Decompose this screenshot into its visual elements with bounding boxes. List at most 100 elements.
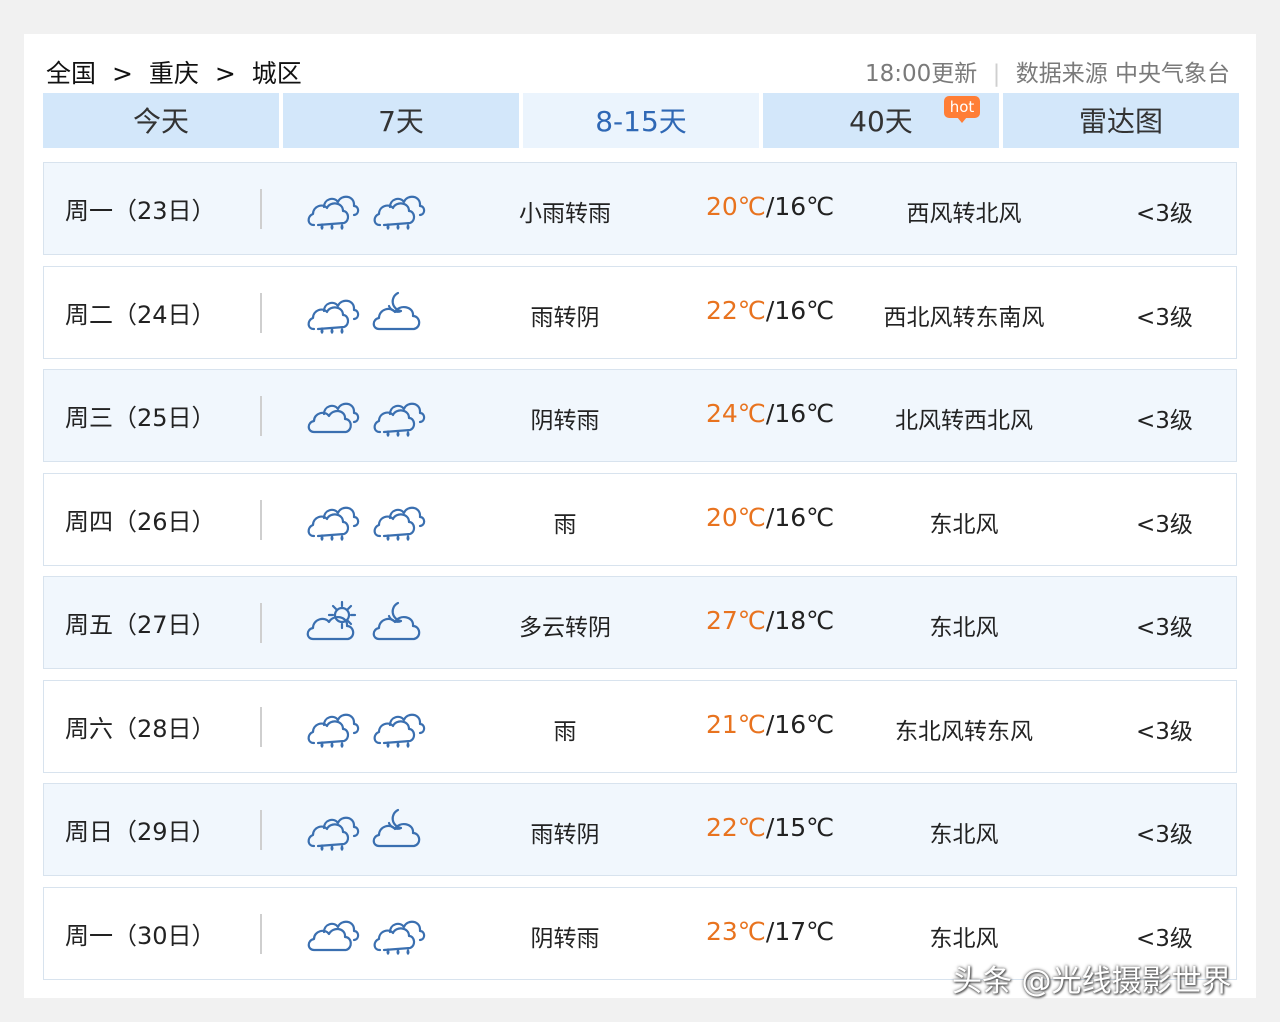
temperature: 20℃/16℃ [706,192,834,221]
wind-direction: 东北风转东风 [895,719,1033,745]
tab-label: 8-15天 [595,105,687,138]
temperature: 22℃/15℃ [706,813,834,842]
tab-label: 40天 [849,105,913,138]
overcast-night-icon [372,287,426,337]
tab-label: 雷达图 [1078,105,1163,138]
divider [260,810,262,850]
forecast-row: 周日（29日） 雨转阴 22℃/15℃ 东北风 <3级 [43,783,1237,876]
wind-level: <3级 [1136,408,1193,434]
forecast-row: 周三（25日） 阴转雨 24℃/16℃ 北风转西北风 <3级 [43,369,1237,462]
overcast-icon [306,908,360,958]
wind-level: <3级 [1136,201,1193,227]
tab-label: 7天 [378,105,424,138]
breadcrumb-item-province[interactable]: 重庆 [149,54,199,90]
partly-cloudy-icon [306,597,360,647]
overcast-icon [306,390,360,440]
day-label: 周四（26日） [65,508,216,536]
rain-icon [372,183,426,233]
forecast-tabs: 今天 7天 8-15天 40天 hot 雷达图 [43,93,1239,148]
temperature: 20℃/16℃ [706,503,834,532]
temperature: 21℃/16℃ [706,710,834,739]
temp-high: 23℃ [706,917,766,946]
weather-desc: 多云转阴 [519,615,611,641]
tab-8-15days[interactable]: 8-15天 [523,93,759,148]
breadcrumb: 全国 > 重庆 > 城区 [46,54,302,90]
weather-desc: 雨 [553,512,577,538]
temp-low: 16℃ [774,503,835,532]
wind-direction: 东北风 [929,512,999,538]
day-label: 周日（29日） [65,818,216,846]
breadcrumb-item-country[interactable]: 全国 [46,54,96,90]
rain-icon [306,494,360,544]
tab-label: 今天 [132,105,189,138]
temp-low: 15℃ [774,813,835,842]
divider [260,603,262,643]
day-label: 周二（24日） [65,301,216,329]
divider [260,396,262,436]
weather-desc: 阴转雨 [530,408,600,434]
watermark: 头条 @光线摄影世界 [952,964,1232,999]
hot-badge: hot [944,96,980,123]
temp-high: 22℃ [706,813,766,842]
temp-low: 17℃ [774,917,835,946]
breadcrumb-separator: > [111,59,133,88]
wind-level: <3级 [1136,305,1193,331]
breadcrumb-item-district: 城区 [251,59,302,88]
overcast-night-icon [372,804,426,854]
rain-icon [372,701,426,751]
weather-desc: 雨转阴 [530,305,600,331]
tab-7days[interactable]: 7天 [283,93,519,148]
temperature: 23℃/17℃ [706,917,834,946]
day-label: 周一（23日） [65,197,216,225]
rain-icon [372,494,426,544]
temp-low: 16℃ [774,710,835,739]
day-label: 周一（30日） [65,922,216,950]
forecast-row: 周六（28日） 雨 21℃/16℃ 东北风转东风 <3级 [43,680,1237,773]
wind-direction: 东北风 [929,615,999,641]
wind-direction: 东北风 [929,822,999,848]
tab-radar[interactable]: 雷达图 [1003,93,1239,148]
overcast-night-icon [372,597,426,647]
divider: | [992,61,1001,87]
temp-high: 20℃ [706,503,766,532]
temperature: 22℃/16℃ [706,296,834,325]
data-source: 数据来源 中央气象台 [1015,61,1230,87]
divider [260,293,262,333]
temp-high: 22℃ [706,296,766,325]
temp-high: 20℃ [706,192,766,221]
wind-level: <3级 [1136,512,1193,538]
temperature: 27℃/18℃ [706,606,834,635]
forecast-row: 周五（27日） 多云转阴 27℃/18℃ 东北风 <3级 [43,576,1237,669]
wind-direction: 西北风转东南风 [883,305,1045,331]
weather-desc: 雨 [553,719,577,745]
divider [260,914,262,954]
weather-card: 全国 > 重庆 > 城区 18:00更新 | 数据来源 中央气象台 今天 7天 … [24,34,1256,998]
wind-direction: 东北风 [929,926,999,952]
temperature: 24℃/16℃ [706,399,834,428]
forecast-row: 周二（24日） 雨转阴 22℃/16℃ 西北风转东南风 <3级 [43,266,1237,359]
rain-icon [306,287,360,337]
update-info: 18:00更新 | 数据来源 中央气象台 [865,54,1230,88]
temp-high: 27℃ [706,606,766,635]
rain-icon [306,183,360,233]
rain-icon [306,804,360,854]
temp-low: 16℃ [774,296,835,325]
day-label: 周五（27日） [65,611,216,639]
wind-level: <3级 [1136,926,1193,952]
temp-low: 16℃ [774,192,835,221]
divider [260,500,262,540]
top-bar: 全国 > 重庆 > 城区 18:00更新 | 数据来源 中央气象台 [24,34,1256,94]
rain-icon [306,701,360,751]
forecast-row: 周四（26日） 雨 20℃/16℃ 东北风 <3级 [43,473,1237,566]
tab-40days[interactable]: 40天 hot [763,93,999,148]
temp-high: 21℃ [706,710,766,739]
day-label: 周六（28日） [65,715,216,743]
wind-direction: 北风转西北风 [895,408,1033,434]
rain-icon [372,390,426,440]
tab-today[interactable]: 今天 [43,93,279,148]
forecast-row: 周一（23日） 小雨转雨 20℃/16℃ 西风转北风 <3级 [43,162,1237,255]
temp-low: 18℃ [774,606,835,635]
wind-direction: 西风转北风 [906,201,1022,227]
rain-icon [372,908,426,958]
temp-low: 16℃ [774,399,835,428]
